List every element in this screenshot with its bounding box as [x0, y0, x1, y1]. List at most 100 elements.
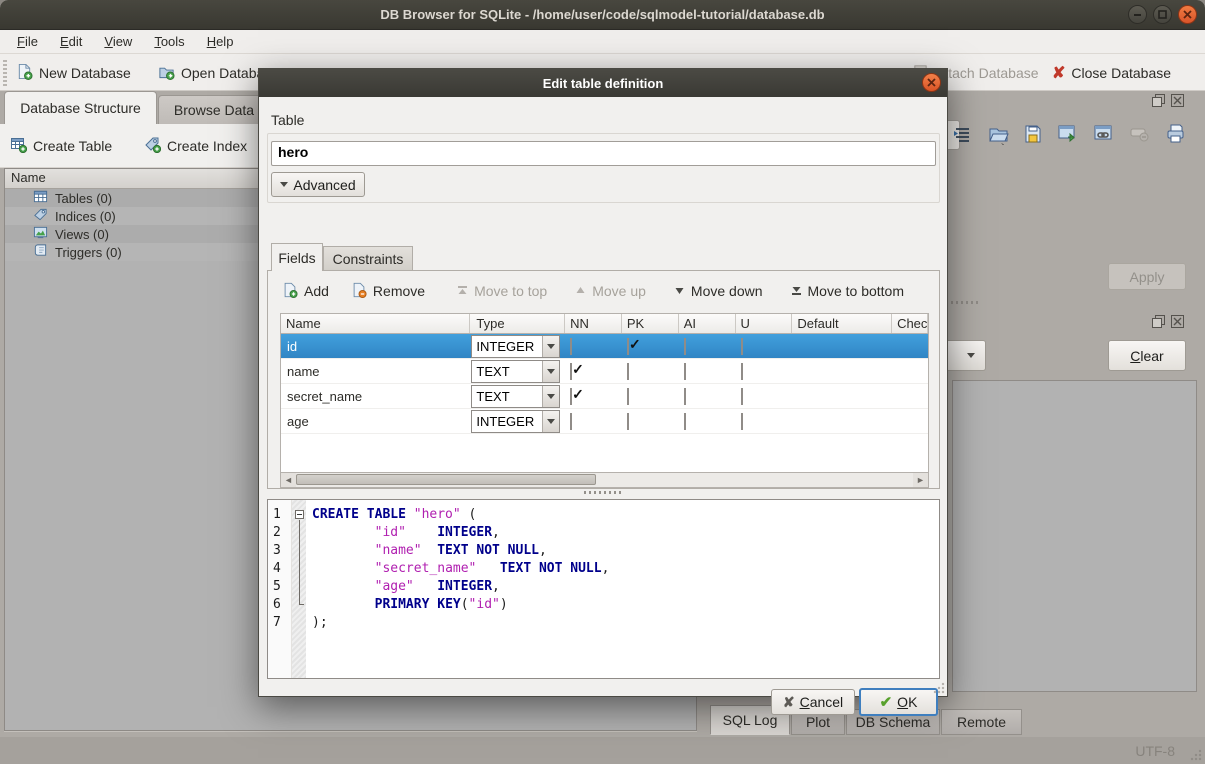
format-icon[interactable]: [953, 124, 973, 147]
field-row-age[interactable]: age INTEGER: [281, 409, 928, 434]
type-dropdown[interactable]: TEXT: [471, 360, 560, 383]
chevron-down-icon: [280, 182, 288, 187]
bottom-tabbar: SQL Log Plot DB Schema Remote: [0, 705, 1205, 737]
scrollbar-thumb[interactable]: [296, 474, 596, 485]
tab-browse-data[interactable]: Browse Data: [158, 95, 270, 124]
tab-database-structure[interactable]: Database Structure: [4, 91, 157, 124]
cancel-button[interactable]: ✘ Cancel: [771, 689, 855, 715]
col-check[interactable]: Check: [892, 314, 928, 333]
export-icon[interactable]: [1057, 123, 1079, 148]
nn-checkbox[interactable]: [570, 388, 572, 405]
field-row-name[interactable]: name TEXT: [281, 359, 928, 384]
print-icon[interactable]: [1165, 123, 1187, 148]
scroll-left-icon[interactable]: ◄: [281, 473, 296, 487]
pk-checkbox[interactable]: [627, 363, 629, 380]
menu-help[interactable]: Help: [196, 31, 245, 52]
save-icon[interactable]: [1023, 124, 1043, 147]
ai-checkbox[interactable]: [684, 363, 686, 380]
dialog-body: Table hero Advanced Fields Constraints A…: [259, 97, 947, 696]
tab-remote[interactable]: Remote: [941, 709, 1022, 735]
pk-checkbox[interactable]: [627, 338, 629, 355]
log-filter-dropdown[interactable]: [944, 340, 986, 371]
close-database-button[interactable]: ✘ Close Database: [1052, 60, 1171, 86]
field-actions: Add Remove Move to top Move up: [282, 278, 904, 304]
menu-edit[interactable]: Edit: [49, 31, 93, 52]
nn-checkbox[interactable]: [570, 338, 572, 355]
pk-checkbox[interactable]: [627, 413, 629, 430]
field-row-secret-name[interactable]: secret_name TEXT: [281, 384, 928, 409]
nn-checkbox[interactable]: [570, 413, 572, 430]
dock-controls-bottom: [1152, 315, 1184, 328]
u-checkbox[interactable]: [741, 338, 743, 355]
field-row-id[interactable]: id INTEGER: [281, 334, 928, 359]
col-nn[interactable]: NN: [565, 314, 622, 333]
close-dock-icon[interactable]: [1171, 94, 1184, 107]
col-name[interactable]: Name: [281, 314, 470, 333]
menu-file[interactable]: File: [6, 31, 49, 52]
move-to-top-button: Move to top: [457, 283, 547, 299]
fold-collapse-icon[interactable]: [295, 510, 304, 519]
ai-checkbox[interactable]: [684, 413, 686, 430]
trigger-icon: [33, 243, 48, 261]
pk-checkbox[interactable]: [627, 388, 629, 405]
fields-panel: Add Remove Move to top Move up: [267, 270, 940, 489]
minimize-icon[interactable]: [1128, 5, 1147, 24]
menubar: File Edit View Tools Help: [0, 30, 1205, 54]
table-name-input[interactable]: hero: [271, 141, 936, 166]
scroll-right-icon[interactable]: ►: [913, 473, 928, 487]
create-table-button[interactable]: Create Table: [10, 133, 112, 159]
resize-grip[interactable]: [1190, 749, 1202, 761]
col-type[interactable]: Type: [470, 314, 565, 333]
float-dock-icon[interactable]: [1152, 94, 1165, 107]
open-file-icon[interactable]: [987, 123, 1009, 148]
move-to-bottom-button[interactable]: Move to bottom: [791, 283, 905, 299]
move-to-top-icon: [457, 283, 468, 299]
remove-field-button[interactable]: Remove: [351, 282, 425, 301]
tag-icon: [33, 207, 48, 225]
menu-tools[interactable]: Tools: [143, 31, 195, 52]
dialog-close-icon[interactable]: [922, 73, 941, 92]
move-down-button[interactable]: Move down: [674, 283, 763, 299]
chevron-down-icon: [542, 361, 559, 382]
toolbar-grip[interactable]: [3, 60, 7, 86]
chevron-down-icon: [967, 353, 975, 358]
type-dropdown[interactable]: INTEGER: [471, 335, 560, 358]
clear-button[interactable]: Clear: [1108, 340, 1186, 371]
float-dock-icon[interactable]: [1152, 315, 1165, 328]
chevron-down-icon: [542, 386, 559, 407]
close-icon[interactable]: [1178, 5, 1197, 24]
u-checkbox[interactable]: [741, 388, 743, 405]
link-icon[interactable]: [1093, 123, 1115, 148]
create-index-button[interactable]: Create Index: [144, 133, 247, 159]
col-pk[interactable]: PK: [622, 314, 679, 333]
create-index-icon: [144, 136, 161, 156]
ok-button[interactable]: ✔ OK: [859, 688, 938, 716]
dialog-splitter[interactable]: [584, 491, 624, 494]
col-u[interactable]: U: [736, 314, 793, 333]
dialog-resize-grip[interactable]: [933, 682, 945, 694]
ai-checkbox[interactable]: [684, 388, 686, 405]
horizontal-scrollbar[interactable]: ◄ ►: [280, 473, 929, 488]
close-dock-icon[interactable]: [1171, 315, 1184, 328]
new-database-button[interactable]: New Database: [16, 60, 131, 86]
col-ai[interactable]: AI: [679, 314, 736, 333]
type-dropdown[interactable]: TEXT: [471, 385, 560, 408]
sql-code[interactable]: CREATE TABLE "hero" ( "id" INTEGER, "nam…: [306, 500, 939, 678]
fold-rail: [299, 520, 304, 605]
maximize-icon[interactable]: [1153, 5, 1172, 24]
tab-constraints[interactable]: Constraints: [323, 246, 413, 271]
dock-controls-top: [1152, 94, 1184, 107]
ai-checkbox[interactable]: [684, 338, 686, 355]
cell-editor-toolbar: [953, 118, 1187, 152]
u-checkbox[interactable]: [741, 363, 743, 380]
dock-splitter[interactable]: [946, 301, 980, 304]
menu-view[interactable]: View: [93, 31, 143, 52]
tab-fields[interactable]: Fields: [271, 243, 323, 271]
nn-checkbox[interactable]: [570, 363, 572, 380]
window-title: DB Browser for SQLite - /home/user/code/…: [380, 7, 824, 22]
advanced-button[interactable]: Advanced: [271, 172, 365, 197]
type-dropdown[interactable]: INTEGER: [471, 410, 560, 433]
u-checkbox[interactable]: [741, 413, 743, 430]
col-default[interactable]: Default: [792, 314, 892, 333]
add-field-button[interactable]: Add: [282, 282, 329, 301]
